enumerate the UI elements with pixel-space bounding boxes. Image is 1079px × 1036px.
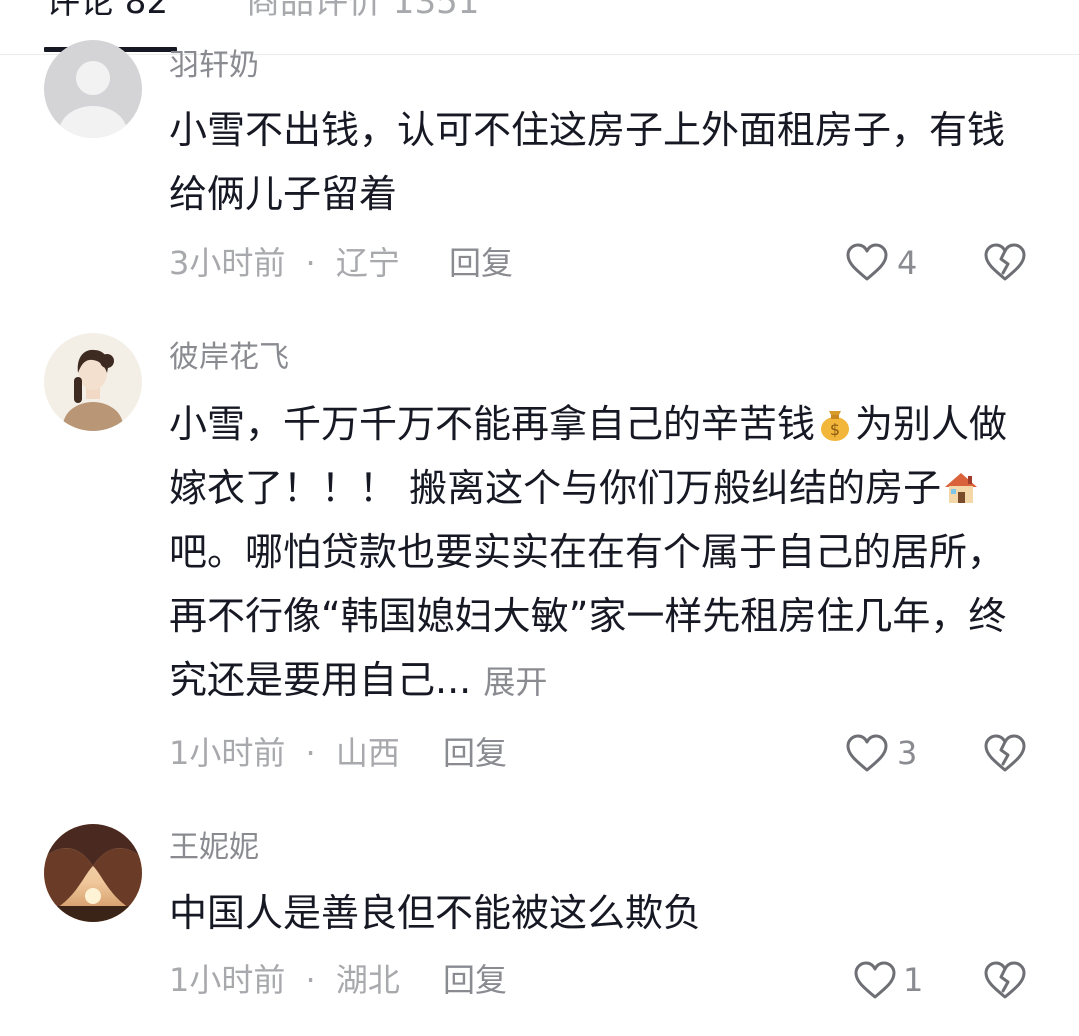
sunset-hands-avatar-image: [44, 824, 142, 922]
broken-heart-icon[interactable]: [983, 733, 1027, 773]
house-emoji-icon: [945, 473, 978, 503]
broken-heart-icon[interactable]: [983, 242, 1027, 282]
comment-location: 湖北: [335, 961, 400, 999]
tab-product-reviews[interactable]: 商品评价 1351: [246, 0, 479, 22]
tab-comments[interactable]: 评论 82: [46, 0, 168, 22]
meta-separator: ·: [305, 244, 316, 282]
reply-button[interactable]: 回复: [443, 733, 507, 773]
comment-author[interactable]: 羽轩奶: [169, 48, 259, 84]
comment-time: 1小时前: [169, 961, 286, 999]
heart-outline-icon[interactable]: [853, 960, 897, 1000]
reply-button[interactable]: 回复: [443, 960, 507, 1000]
meta-separator: ·: [305, 734, 316, 772]
heart-outline-icon[interactable]: [845, 733, 889, 773]
avatar[interactable]: [44, 824, 142, 922]
comment-time: 1小时前: [169, 734, 286, 772]
reply-button[interactable]: 回复: [449, 243, 513, 283]
avatar[interactable]: [44, 333, 142, 431]
like-count: 3: [897, 734, 918, 772]
broken-heart-icon[interactable]: [983, 960, 1027, 1000]
default-avatar-icon: [44, 40, 142, 138]
comment-text: 小雪，千万千万不能再拿自己的辛苦钱 $ 为别人做嫁衣了！！！ 搬离这个与你们万般…: [169, 392, 1039, 714]
comment-meta: 1小时前 · 湖北: [169, 960, 400, 1000]
comment-meta: 3小时前 · 辽宁: [169, 243, 400, 283]
meta-separator: ·: [305, 961, 316, 999]
comment-meta: 1小时前 · 山西: [169, 733, 400, 773]
comment-author[interactable]: 彼岸花飞: [169, 340, 289, 376]
like-count: 1: [903, 961, 924, 999]
woman-avatar-image: [44, 333, 142, 431]
comment-text: 小雪不出钱，认可不住这房子上外面租房子，有钱给俩儿子留着: [169, 108, 1006, 216]
comment-location: 山西: [335, 734, 400, 772]
heart-outline-icon[interactable]: [845, 242, 889, 282]
comment-text-part: 吧。哪怕贷款也要实实在在有个属于自己的居所，再不行像“韩国媳妇大敏”家一样先租房…: [169, 530, 1007, 702]
comment-author[interactable]: 王妮妮: [169, 830, 259, 866]
money-bag-emoji-icon: $: [821, 411, 850, 441]
svg-text:$: $: [830, 420, 840, 439]
comment-time: 3小时前: [169, 244, 286, 282]
comment-location: 辽宁: [335, 244, 400, 282]
expand-link[interactable]: 展开: [483, 663, 547, 701]
comment-text-part: 小雪，千万千万不能再拿自己的辛苦钱: [169, 402, 816, 446]
comment-tabs: 评论 82 商品评价 1351: [0, 0, 1079, 55]
comment-text: 中国人是善良但不能被这么欺负: [169, 891, 702, 935]
like-count: 4: [897, 244, 918, 282]
avatar[interactable]: [44, 40, 142, 138]
